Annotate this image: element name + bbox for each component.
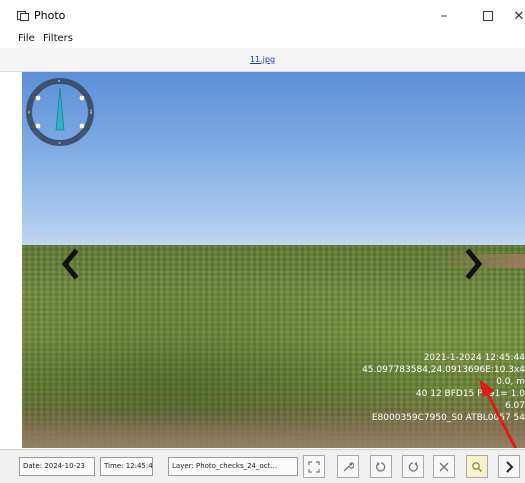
overlay-line: 2021-1-2024 12:45:44 — [423, 353, 525, 363]
tools-button[interactable] — [337, 455, 359, 478]
delete-button[interactable] — [433, 455, 455, 478]
rotate-right-icon — [408, 461, 418, 472]
overlay-line: 6.07 — [504, 401, 525, 411]
window-title: Photo — [34, 9, 66, 22]
layer-field: Layer: Photo_checks_24_oct... — [168, 457, 298, 476]
date-field: Date: 2024-10-23 — [19, 457, 95, 476]
close-button[interactable]: ✕ — [502, 4, 525, 28]
photo-metadata-overlay: 2021-1-2024 12:45:44 45.097783584,24.091… — [165, 352, 525, 424]
status-bar: Date: 2024-10-23 Time: 12:45:44 Layer: P… — [0, 449, 525, 483]
wrench-icon — [343, 461, 354, 471]
rotate-left-icon — [376, 461, 386, 472]
photo-window-icon — [17, 10, 30, 22]
overlay-line: 45.097783584,24.0913696E:10.3x4 — [362, 365, 525, 375]
overlay-line: 0.0, m — [496, 377, 525, 387]
photo-header: 11.jpg — [0, 48, 525, 72]
rotate-right-button[interactable] — [402, 455, 424, 478]
fullscreen-icon — [308, 460, 320, 473]
overlay-line: E8000359C7950_S0 ATBL0057 54 — [371, 413, 525, 423]
photo-filename-link[interactable]: 11.jpg — [0, 55, 525, 64]
menu-bar: File Filters — [0, 30, 525, 48]
photo-viewer: 2021-1-2024 12:45:44 45.097783584,24.091… — [22, 72, 525, 448]
next-button[interactable] — [498, 455, 520, 478]
menu-filters[interactable]: Filters — [43, 33, 73, 44]
minimize-button[interactable]: – — [427, 4, 461, 28]
fullscreen-button[interactable] — [303, 455, 325, 478]
red-arrow-annotation — [479, 379, 518, 448]
maximize-button[interactable] — [471, 4, 505, 28]
title-bar: Photo – ✕ — [0, 0, 525, 32]
close-x-icon — [439, 462, 449, 471]
maximize-icon — [483, 11, 493, 21]
chevron-right-icon[interactable] — [459, 244, 489, 284]
photo-sky — [22, 72, 525, 254]
menu-file[interactable]: File — [18, 33, 35, 44]
compass-icon — [26, 78, 94, 146]
overlay-line: 40 12 BFD15 PR91= 1.0 — [415, 389, 525, 399]
chevron-right-icon — [506, 460, 514, 473]
rotate-left-button[interactable] — [370, 455, 392, 478]
search-icon — [472, 461, 483, 472]
search-button[interactable] — [466, 455, 488, 478]
time-field: Time: 12:45:44 — [100, 457, 153, 476]
chevron-left-icon[interactable] — [55, 244, 85, 284]
